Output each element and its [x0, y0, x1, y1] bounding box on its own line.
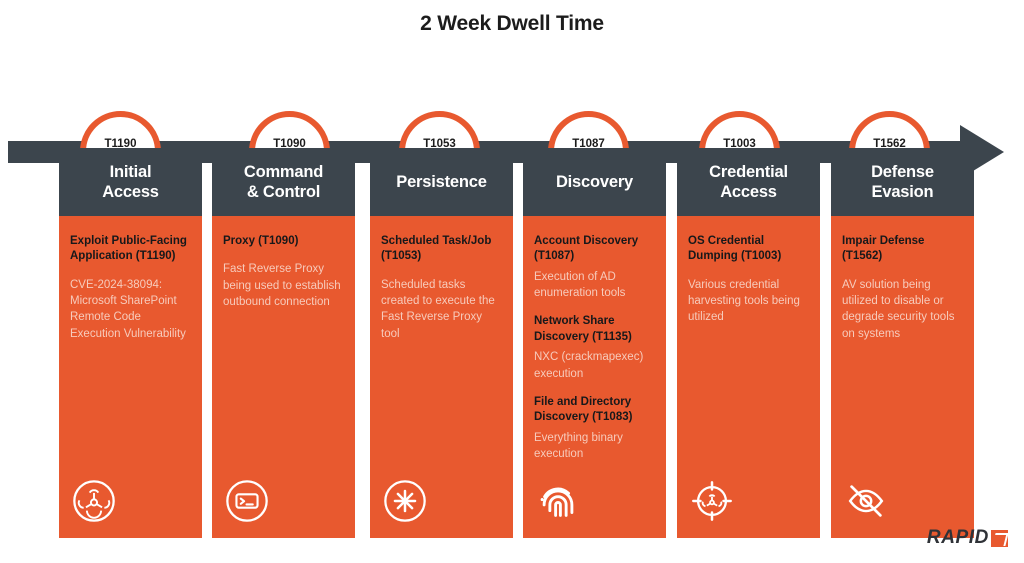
header-line: Access: [102, 183, 159, 201]
column-header: Discovery: [523, 148, 666, 216]
technique-description: Execution of AD enumeration tools: [534, 270, 626, 300]
column-header-label: Discovery: [556, 172, 633, 192]
tactic-column-initial-access: Initial Access Exploit Public-Facing App…: [59, 148, 202, 538]
column-header: Initial Access: [59, 148, 202, 216]
header-line: Discovery: [555, 172, 634, 191]
technique-name: Network Share Discovery (T1135): [534, 315, 632, 343]
tactic-column-discovery: Discovery Account Discovery (T1087) Exec…: [523, 148, 666, 538]
column-header-label: Command & Control: [244, 162, 323, 202]
technique-description: NXC (crackmapexec) execution: [534, 351, 644, 380]
header-line: Defense: [871, 162, 934, 181]
rapid7-seven-mark: [991, 529, 1008, 547]
column-body: OS Credential Dumping (T1003) Various cr…: [677, 216, 820, 538]
technique-description: Scheduled tasks created to execute the F…: [381, 278, 495, 340]
header-line: Evasion: [871, 183, 934, 201]
column-header-label: Defense Evasion: [871, 162, 934, 202]
tactic-column-command-and-control: Command & Control Proxy (T1090) Fast Rev…: [212, 148, 355, 538]
header-line: & Control: [246, 183, 321, 201]
rapid7-logo: RAPID: [927, 527, 1008, 549]
technique-description: Fast Reverse Proxy being used to establi…: [223, 263, 341, 309]
rapid7-wordmark: RAPID: [926, 527, 989, 548]
technique-name: Scheduled Task/Job (T1053): [381, 235, 492, 263]
attack-timeline: T1190 (~4 Hours) T1090 (~2 Days) T1053 (…: [0, 55, 1024, 192]
tactic-column-persistence: Persistence Scheduled Task/Job (T1053) S…: [370, 148, 513, 538]
terminal-icon: [224, 478, 270, 524]
technique-name: Proxy (T1090): [223, 235, 299, 247]
technique-name: File and Directory Discovery (T1083): [534, 395, 633, 424]
technique-name: Exploit Public-Facing Application (T1190…: [70, 235, 187, 263]
tactic-columns: Initial Access Exploit Public-Facing App…: [0, 148, 1024, 548]
technique-name: OS Credential Dumping (T1003): [688, 235, 782, 263]
technique-name: Impair Defense (T1562): [842, 235, 925, 263]
column-body: Proxy (T1090) Fast Reverse Proxy being u…: [212, 216, 355, 538]
column-header: Credential Access: [677, 148, 820, 216]
column-header: Persistence: [370, 148, 513, 216]
asterisk-burst-icon: [382, 478, 428, 524]
header-line: Initial: [109, 162, 152, 181]
column-header-label: Initial Access: [102, 162, 159, 202]
crosshair-target-icon: [689, 478, 735, 524]
eye-off-icon: [843, 478, 889, 524]
column-body: Exploit Public-Facing Application (T1190…: [59, 216, 202, 538]
header-line: Credential: [709, 162, 788, 181]
header-line: Command: [243, 162, 324, 181]
column-header: Command & Control: [212, 148, 355, 216]
tactic-column-defense-evasion: Defense Evasion Impair Defense (T1562) A…: [831, 148, 974, 538]
header-line: Access: [720, 183, 777, 201]
technique-name: Account Discovery (T1087): [534, 235, 639, 263]
column-header-label: Credential Access: [709, 162, 788, 202]
column-header-label: Persistence: [396, 172, 487, 192]
technique-description: CVE-2024-38094: Microsoft SharePoint Rem…: [70, 278, 186, 340]
biohazard-icon: [71, 478, 117, 524]
header-line: Persistence: [396, 172, 487, 191]
column-header: Defense Evasion: [831, 148, 974, 216]
technique-description: Everything binary execution: [534, 431, 623, 461]
column-body: Scheduled Task/Job (T1053) Scheduled tas…: [370, 216, 513, 538]
fingerprint-icon: [535, 478, 581, 524]
page-title: 2 Week Dwell Time: [420, 12, 604, 35]
column-body: Account Discovery (T1087) Execution of A…: [523, 216, 666, 538]
tactic-column-credential-access: Credential Access OS Credential Dumping …: [677, 148, 820, 538]
dwell-time-infographic: 2 Week Dwell Time T1190 (~4 Hours) T1090…: [0, 0, 1024, 563]
technique-description: AV solution being utilized to disable or…: [842, 278, 955, 340]
technique-description: Various credential harvesting tools bein…: [688, 278, 800, 324]
column-body: Impair Defense (T1562) AV solution being…: [831, 216, 974, 538]
